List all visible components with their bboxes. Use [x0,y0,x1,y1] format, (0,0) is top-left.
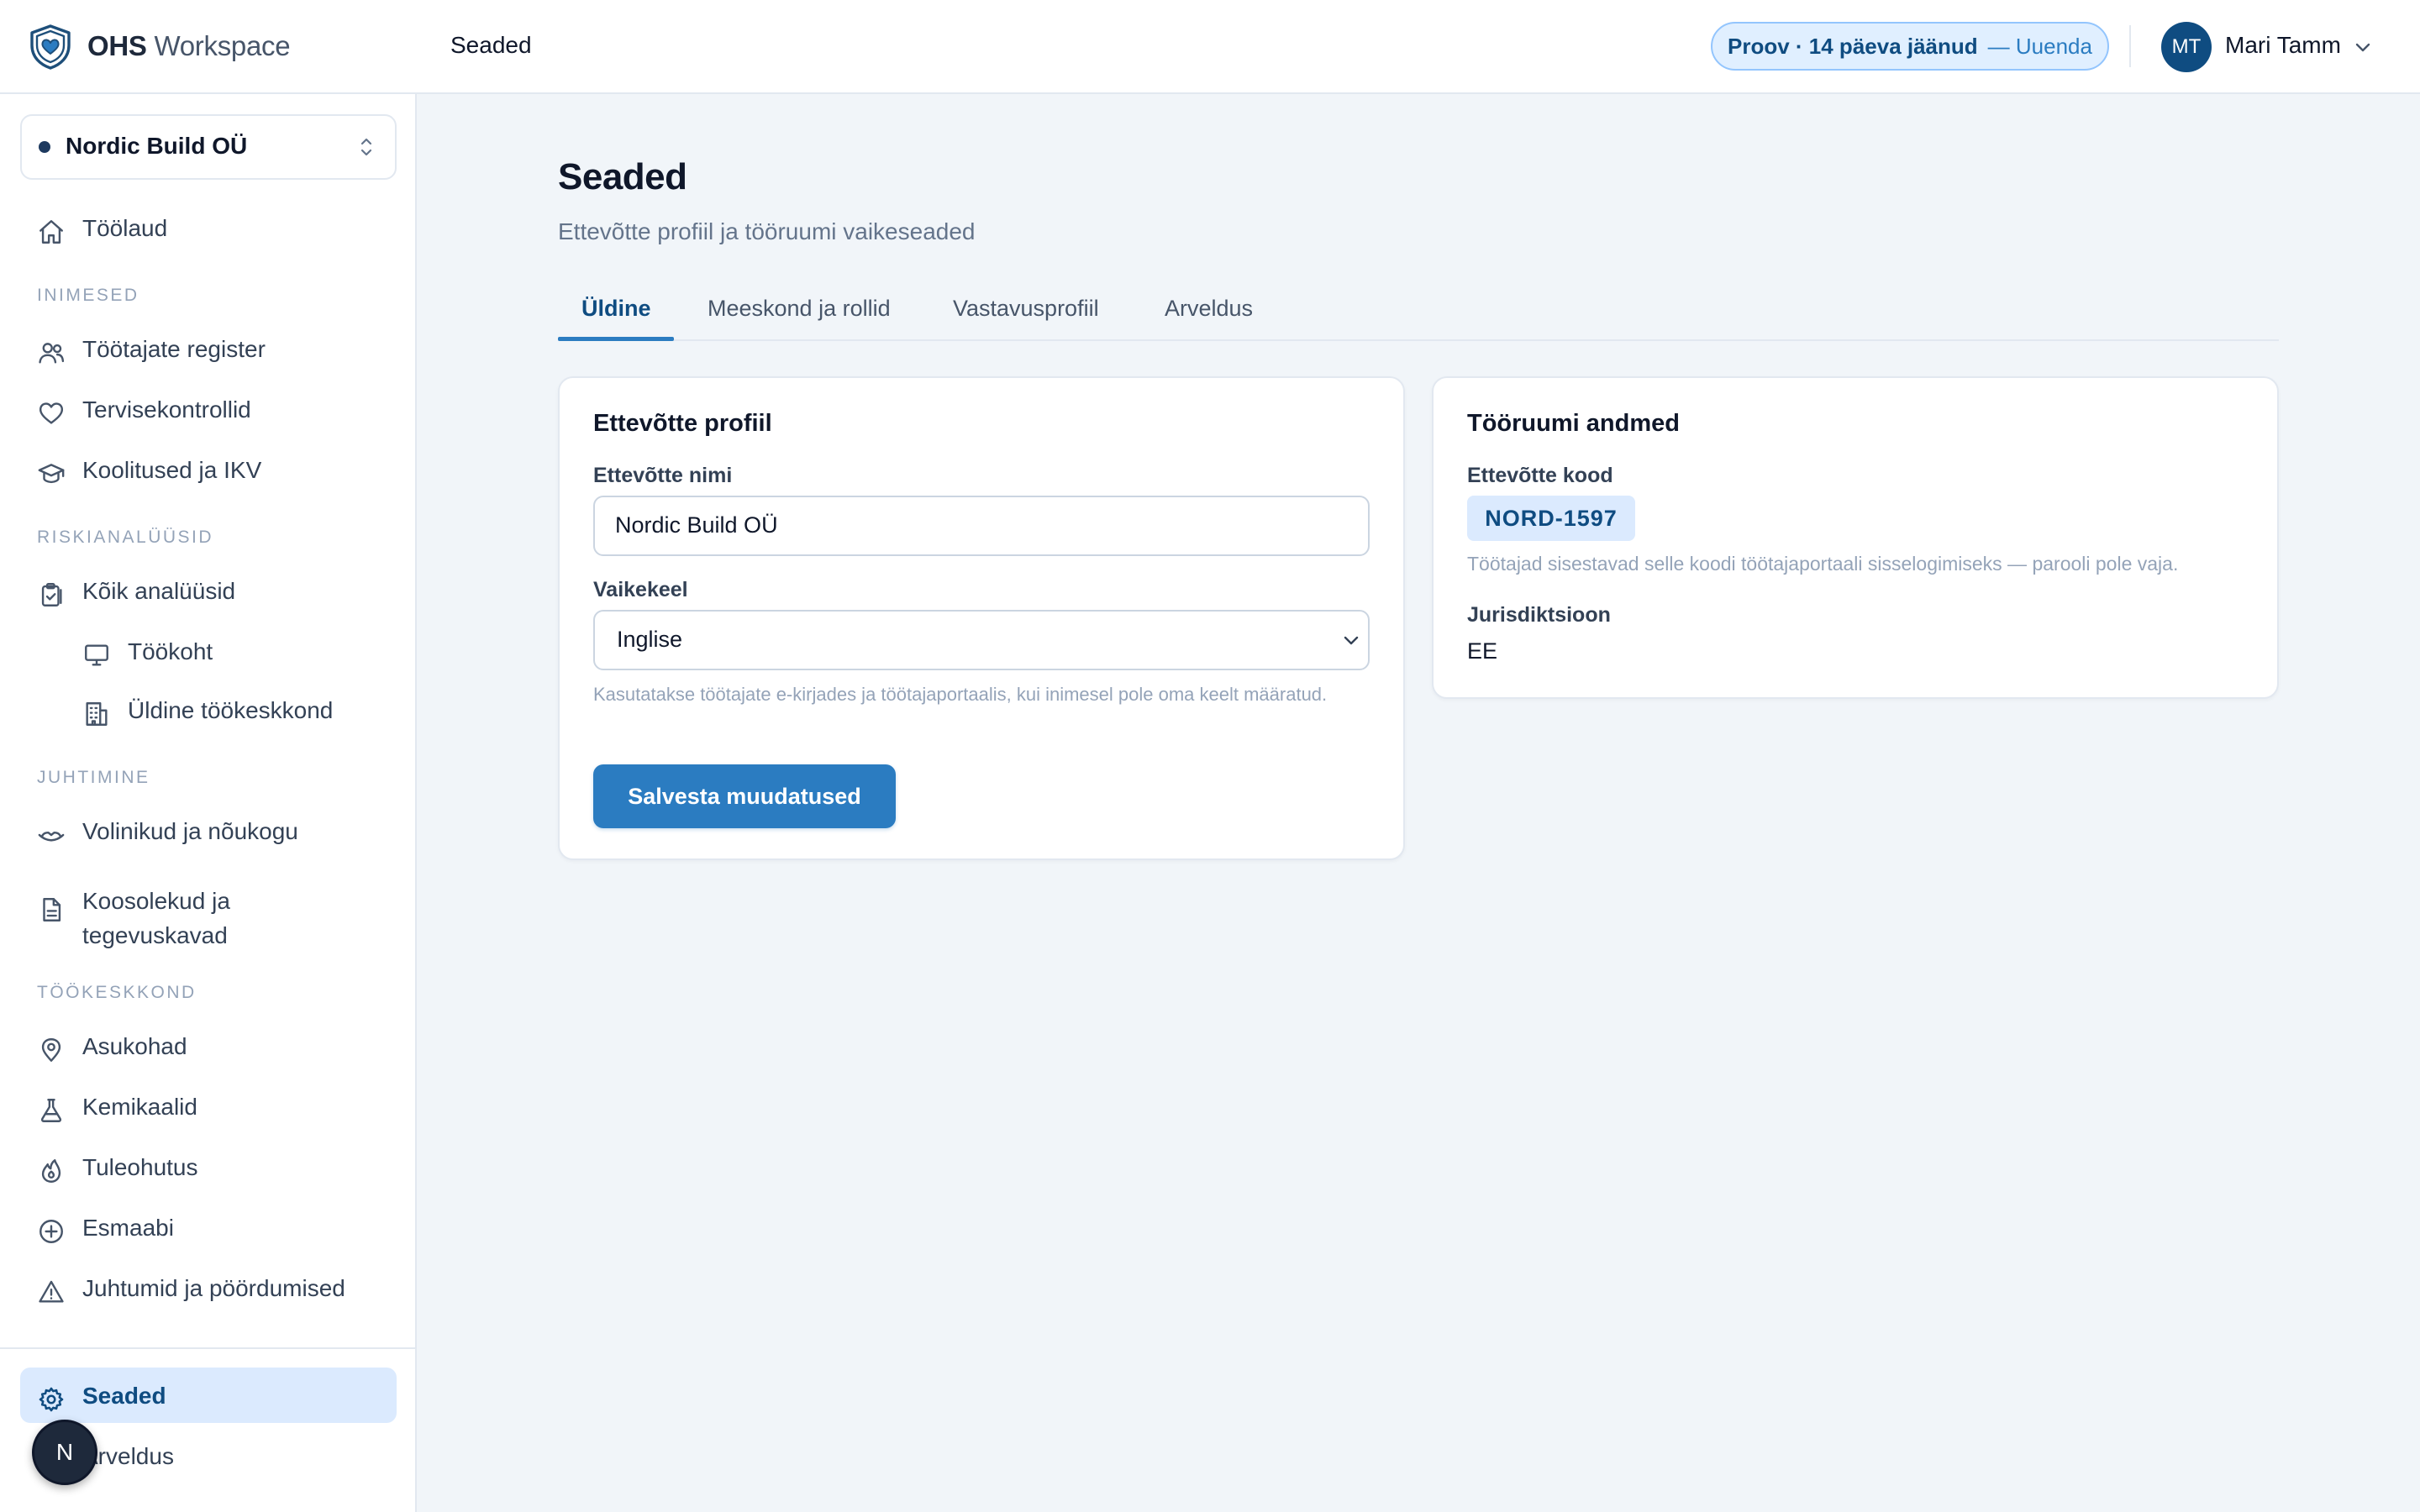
sidebar-item-first-aid[interactable]: Esmaabi [20,1200,397,1255]
sidebar-item-label: Tervisekontrollid [82,396,251,423]
sidebar-item-general-environment[interactable]: Üldine töökeskkond [20,682,397,738]
sidebar-divider [0,1347,415,1349]
handshake-icon [37,821,66,849]
default-language-value: Inglise [617,627,683,652]
user-avatar[interactable]: MT [2161,22,2212,72]
flask-icon [37,1096,66,1125]
sidebar-item-label: Esmaabi [82,1215,174,1241]
gear-icon [37,1385,66,1414]
users-icon [37,339,66,367]
clipboard-icon [37,580,66,609]
sidebar-item-employees[interactable]: Töötajate register [20,321,397,376]
sidebar-item-incidents[interactable]: Juhtumid ja pöördumised [20,1260,397,1315]
sidebar-item-label: Juhtumid ja pöördumised [82,1275,345,1301]
default-language-select[interactable] [593,610,1370,670]
sidebar-item-representatives[interactable]: Volinikud ja nõukogu [20,803,397,858]
company-code-badge: NORD-1597 [1467,496,1635,541]
sidebar-item-locations[interactable]: Asukohad [20,1018,397,1074]
trial-renew-link[interactable]: — Uuenda [1988,34,2092,60]
default-language-label: Vaikekeel [593,578,688,601]
sidebar-item-trainings[interactable]: Koolitused ja IKV [20,442,397,497]
heart-icon [37,399,66,428]
company-code-label: Ettevõtte kood [1467,464,1613,487]
language-help-text: Kasutatakse töötajate e-kirjades ja tööt… [593,684,1328,705]
chevron-up-down-icon[interactable] [356,134,376,160]
map-pin-icon [37,1036,66,1064]
org-status-dot [39,141,50,153]
app-name-light: Workspace [154,30,291,61]
sidebar-item-label: Volinikud ja nõukogu [82,818,298,844]
company-name-value: Nordic Build OÜ [615,512,778,538]
app-name[interactable]: OHS Workspace [87,30,291,62]
app-name-bold: OHS [87,30,147,61]
company-name-label: Ettevõtte nimi [593,464,733,487]
section-title-people: INIMESED [37,286,139,305]
tabs-divider [558,339,2279,341]
building-icon [82,700,111,728]
sidebar-item-label: Asukohad [82,1033,187,1059]
sidebar-item-label: Kõik analüüsid [82,578,236,604]
sidebar-item-label: Koolitused ja IKV [82,457,262,483]
company-code-help: Töötajad sisestavad selle koodi töötajap… [1467,553,2179,575]
trial-badge[interactable]: Proov · 14 päeva jäänud — Uuenda [1711,22,2109,71]
header-divider [2129,25,2131,67]
sidebar-item-label: Tuleohutus [82,1154,198,1180]
sidebar-item-label: Kemikaalid [82,1094,197,1120]
sidebar-item-meetings[interactable]: Koosolekud ja tegevuskavad [20,875,397,948]
card-title: Ettevõtte profiil [593,410,772,437]
trial-text: Proov · 14 päeva jäänud [1728,33,1978,59]
sidebar-item-label: Töölaud [82,215,168,241]
org-name: Nordic Build OÜ [66,133,248,159]
section-title-management: JUHTIMINE [37,768,150,787]
user-name[interactable]: Mari Tamm [2225,32,2341,59]
tab-team-roles[interactable]: Meeskond ja rollid [708,296,891,322]
graduation-cap-icon [37,459,66,488]
sidebar-item-label: Koosolekud ja tegevuskavad [82,888,230,948]
flame-icon [37,1157,66,1185]
chevron-down-icon[interactable] [2353,37,2373,57]
section-title-work-environment: TÖÖKESKKOND [37,983,197,1002]
sidebar-item-label: Üldine töökeskkond [128,697,334,723]
tab-compliance-profile[interactable]: Vastavusprofiil [953,296,1099,322]
sidebar-item-chemicals[interactable]: Kemikaalid [20,1079,397,1134]
sidebar-item-fire-safety[interactable]: Tuleohutus [20,1139,397,1194]
sidebar-item-all-analyses[interactable]: Kõik analüüsid [20,563,397,618]
sidebar-item-label: Seaded [82,1383,166,1409]
card-title: Tööruumi andmed [1467,410,1680,437]
plus-circle-icon [37,1217,66,1246]
page-title: Seaded [558,156,687,197]
page-subtitle: Ettevõtte profiil ja tööruumi vaikeseade… [558,218,976,244]
document-icon [37,895,66,924]
home-icon [37,218,66,246]
sidebar-item-health-checks[interactable]: Tervisekontrollid [20,381,397,437]
shield-heart-icon[interactable] [25,22,76,72]
save-changes-button[interactable]: Salvesta muudatused [593,764,896,828]
warning-icon [37,1278,66,1306]
header-title: Seaded [450,32,532,58]
chevron-down-icon[interactable] [1341,630,1361,650]
monitor-icon [82,641,111,669]
section-title-risk: RISKIANALÜÜSID [37,528,214,547]
sidebar-item-label: Töötajate register [82,336,266,362]
sidebar-item-label: Töökoht [128,638,213,664]
sidebar-item-workplace[interactable]: Töökoht [20,623,397,679]
sidebar-item-settings[interactable]: Seaded [20,1368,397,1423]
active-tab-indicator [558,337,674,341]
tab-general[interactable]: Üldine [581,296,651,322]
jurisdiction-label: Jurisdiktsioon [1467,603,1611,627]
sidebar-item-dashboard[interactable]: Töölaud [20,200,397,255]
jurisdiction-value: EE [1467,638,1498,664]
floating-badge[interactable]: N [32,1420,97,1485]
tab-billing[interactable]: Arveldus [1165,296,1253,322]
